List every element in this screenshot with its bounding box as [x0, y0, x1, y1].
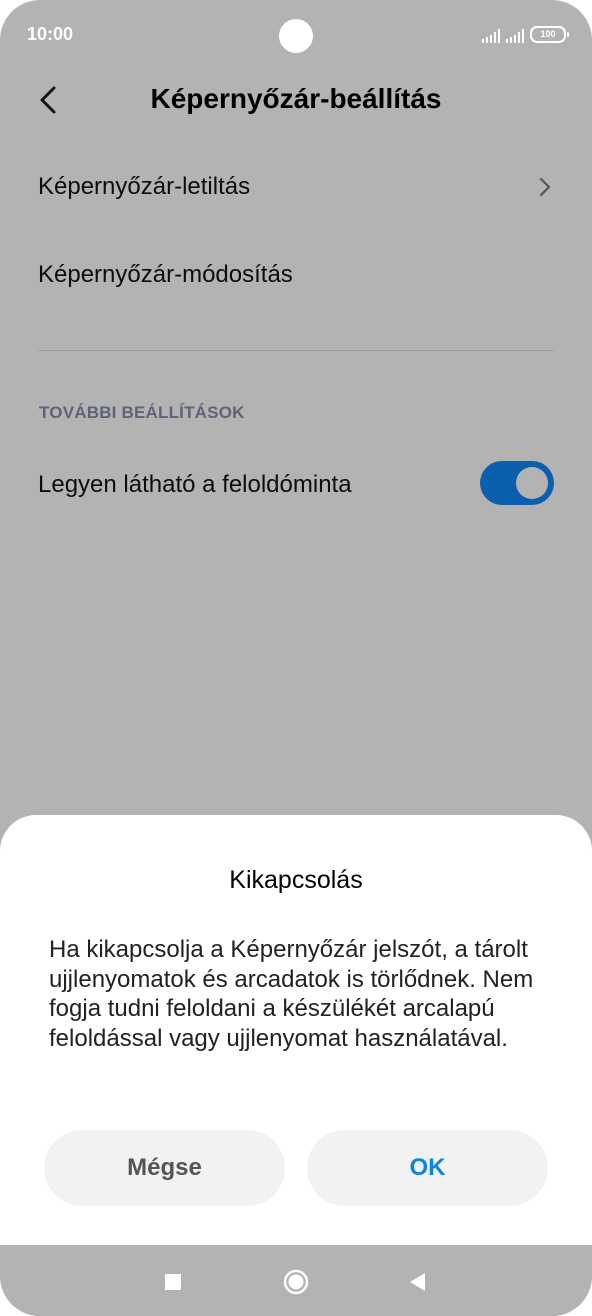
status-time: 10:00	[27, 24, 74, 44]
dialog-title: Kikapcsolás	[229, 866, 363, 894]
ok-button[interactable]: OK	[307, 1130, 548, 1206]
setting-visible-pattern: Legyen látható a feloldóminta	[38, 455, 554, 515]
recents-button[interactable]	[158, 1267, 188, 1297]
status-bar: 10:00 100	[0, 0, 592, 70]
status-icons: 100	[482, 26, 569, 43]
navigation-bar	[0, 1245, 592, 1316]
turn-off-dialog: Kikapcsolás Ha kikapcsolja a Képernyőzár…	[0, 815, 592, 1245]
setting-disable-screen-lock[interactable]: Képernyőzár-letiltás	[38, 157, 554, 217]
dialog-message: Ha kikapcsolja a Képernyőzár jelszót, a …	[49, 936, 534, 1052]
phone-screen: 10:00 100 Képernyőzár-beállítás Képernyő…	[0, 0, 592, 1316]
cancel-button[interactable]: Mégse	[44, 1130, 285, 1206]
recents-square-icon	[165, 1274, 181, 1290]
signal-icon-2	[506, 29, 524, 43]
chevron-right-icon	[539, 177, 551, 197]
toggle-knob	[516, 467, 548, 499]
back-triangle-icon	[410, 1273, 425, 1291]
home-circle-icon	[283, 1269, 309, 1295]
setting-label: Legyen látható a feloldóminta	[38, 471, 352, 498]
setting-label: Képernyőzár-módosítás	[38, 261, 293, 288]
home-button[interactable]	[281, 1267, 311, 1297]
divider	[38, 350, 554, 351]
front-camera-cutout	[279, 19, 313, 53]
battery-icon: 100	[530, 26, 569, 43]
setting-change-screen-lock[interactable]: Képernyőzár-módosítás	[38, 245, 554, 305]
page-title: Képernyőzár-beállítás	[150, 83, 442, 114]
nav-back-button[interactable]	[403, 1267, 433, 1297]
visible-pattern-toggle[interactable]	[480, 461, 554, 505]
section-header: TOVÁBBI BEÁLLÍTÁSOK	[39, 403, 245, 422]
signal-icon	[482, 29, 500, 43]
setting-label: Képernyőzár-letiltás	[38, 173, 251, 200]
